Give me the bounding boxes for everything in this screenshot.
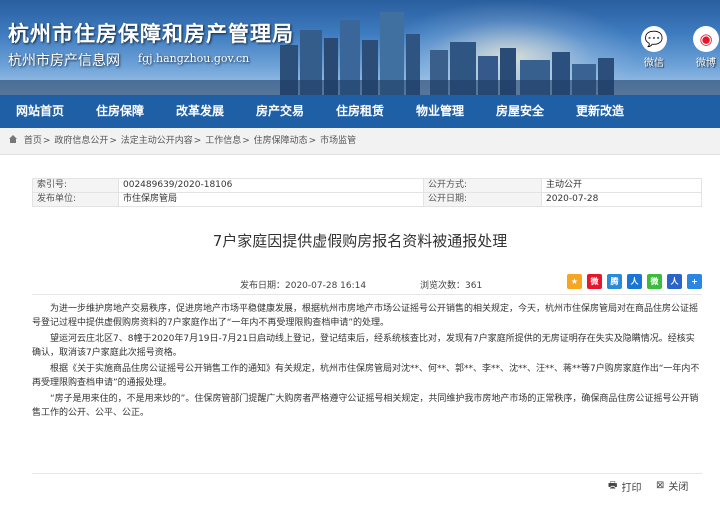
nav-item-safety[interactable]: 房屋安全	[480, 95, 560, 128]
meta-table: 索引号: 002489639/2020-18106 公开方式: 主动公开 发布单…	[32, 178, 702, 207]
print-label: 打印	[621, 483, 642, 494]
paragraph-1: 为进一步维护房地产交易秩序，促进房地产市场平稳健康发展，根据杭州市房地产市场公证…	[32, 304, 699, 328]
index-value: 002489639/2020-18106	[118, 178, 424, 193]
breadcrumb-home[interactable]: 首页	[24, 136, 42, 146]
publish-time: 发布日期：2020-07-28 16:14	[240, 281, 367, 291]
breadcrumb: 首页> 政府信息公开> 法定主动公开内容> 工作信息> 住房保障动态> 市场监管	[0, 128, 720, 155]
breadcrumb-housing-news[interactable]: 住房保障动态	[254, 136, 308, 146]
site-subtitle: 杭州市房产信息网	[8, 53, 120, 69]
view-count: 浏览次数：361	[420, 281, 483, 291]
date-label: 公开日期:	[423, 192, 542, 207]
nav-item-rental[interactable]: 住房租赁	[320, 95, 400, 128]
close-button[interactable]: ⊠ 关闭	[656, 478, 688, 493]
index-label: 索引号:	[32, 178, 119, 193]
nav-item-property-mgmt[interactable]: 物业管理	[400, 95, 480, 128]
nav-item-home[interactable]: 网站首页	[0, 95, 80, 128]
date-value: 2020-07-28	[541, 192, 702, 207]
breadcrumb-statutory[interactable]: 法定主动公开内容	[121, 136, 193, 146]
nav-item-reform[interactable]: 改革发展	[160, 95, 240, 128]
weibo-share-icon[interactable]: 微	[587, 274, 602, 289]
people-icon[interactable]: 人	[667, 274, 682, 289]
weibo-link[interactable]: ◉ 微博	[688, 26, 720, 69]
publisher-value: 市住保房管局	[118, 192, 424, 207]
wechat-link[interactable]: 💬 微信	[636, 26, 672, 69]
site-title: 杭州市住房保障和房产管理局	[8, 21, 294, 46]
more-share-icon[interactable]: +	[687, 274, 702, 289]
paragraph-2: 望运河云庄北区7、8幢于2020年7月19日-7月21日启动线上登记，登记结束后…	[32, 334, 695, 358]
printer-icon: 🖶	[608, 480, 618, 491]
wechat-share-icon[interactable]: 微	[647, 274, 662, 289]
method-label: 公开方式:	[423, 178, 542, 193]
site-url: fgj.hangzhou.gov.cn	[138, 52, 250, 65]
method-value: 主动公开	[541, 178, 702, 193]
breadcrumb-market-supervision[interactable]: 市场监管	[320, 136, 356, 146]
renren-icon[interactable]: 人	[627, 274, 642, 289]
main-nav: 网站首页 住房保障 改革发展 房产交易 住房租赁 物业管理 房屋安全 更新改造	[0, 95, 720, 128]
paragraph-4: “房子是用来住的，不是用来炒的”。住保房管部门提醒广大购房者严格遵守公证摇号相关…	[32, 394, 699, 418]
header-banner: 杭州市住房保障和房产管理局 杭州市房产信息网 fgj.hangzhou.gov.…	[0, 0, 720, 95]
breadcrumb-gov-info[interactable]: 政府信息公开	[54, 136, 108, 146]
close-label: 关闭	[668, 482, 689, 493]
wechat-label: 微信	[644, 58, 664, 69]
share-bar: ★ 微 腾 人 微 人 +	[562, 274, 702, 289]
weibo-icon: ◉	[693, 26, 719, 52]
article-info-bar: 发布日期：2020-07-28 16:14 浏览次数：361 ★ 微 腾 人 微…	[32, 273, 702, 295]
tencent-weibo-icon[interactable]: 腾	[607, 274, 622, 289]
article-body: 为进一步维护房地产交易秩序，促进房地产市场平稳健康发展，根据杭州市房地产市场公证…	[32, 302, 702, 422]
breadcrumb-work-info[interactable]: 工作信息	[205, 136, 241, 146]
nav-item-trading[interactable]: 房产交易	[240, 95, 320, 128]
print-button[interactable]: 🖶 打印	[608, 478, 641, 495]
weibo-label: 微博	[696, 58, 716, 69]
close-icon: ⊠	[656, 480, 665, 491]
publisher-label: 发布单位:	[32, 192, 119, 207]
nav-item-renewal[interactable]: 更新改造	[560, 95, 640, 128]
qzone-icon[interactable]: ★	[567, 274, 582, 289]
home-icon	[9, 135, 17, 143]
article-footer: 🖶 打印 ⊠ 关闭	[32, 473, 702, 495]
wechat-icon: 💬	[641, 26, 667, 52]
nav-item-housing-security[interactable]: 住房保障	[80, 95, 160, 128]
paragraph-3: 根据《关于实施商品住房公证摇号公开销售工作的通知》有关规定，杭州市住保房管局对沈…	[32, 364, 700, 388]
article-title: 7户家庭因提供虚假购房报名资料被通报处理	[212, 232, 508, 250]
